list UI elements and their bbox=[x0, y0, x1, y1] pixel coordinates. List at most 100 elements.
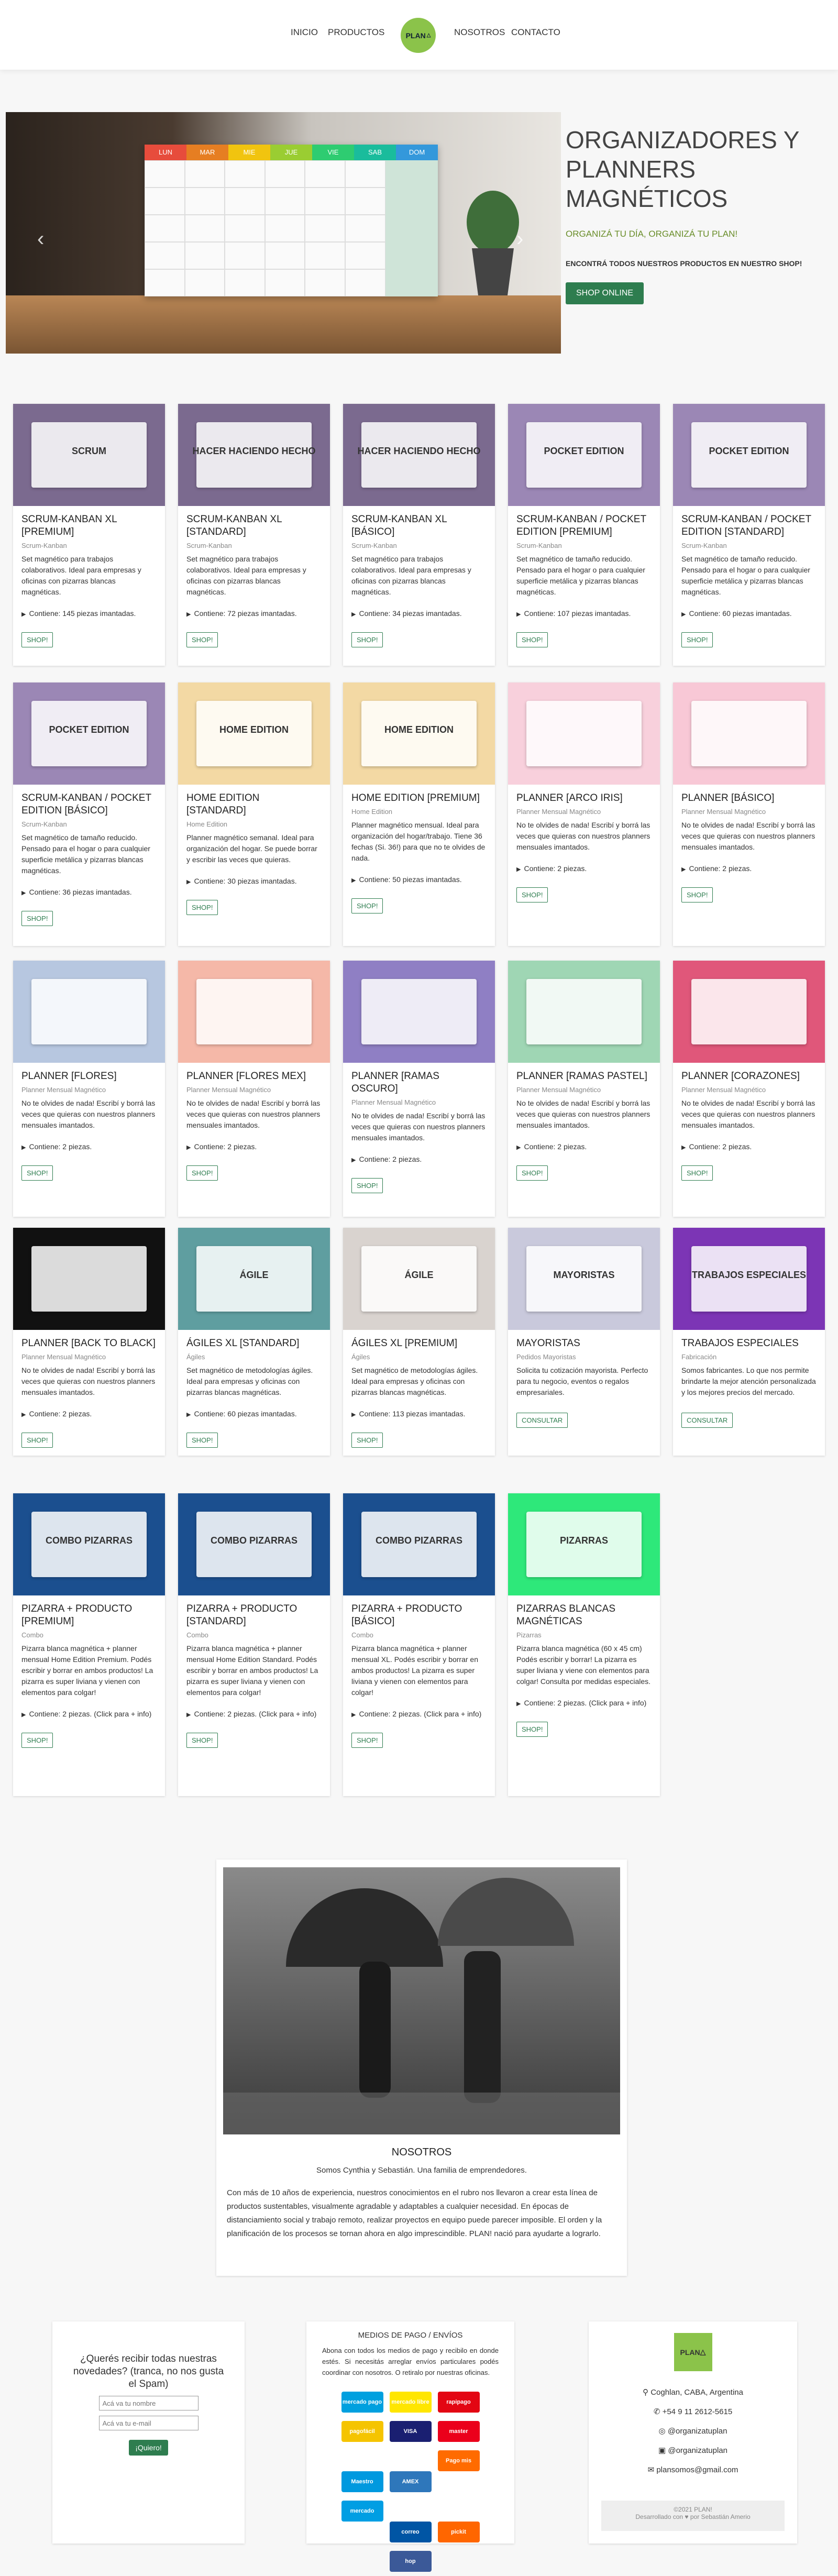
product-action-button[interactable]: SHOP! bbox=[681, 887, 713, 902]
product-image[interactable] bbox=[508, 682, 660, 785]
email-input[interactable] bbox=[98, 2416, 199, 2430]
email-item[interactable]: ✉ plansomos@gmail.com bbox=[589, 2460, 797, 2480]
product-action-button[interactable]: SHOP! bbox=[516, 1722, 548, 1737]
product-action-button[interactable]: SHOP! bbox=[516, 1165, 548, 1181]
product-image[interactable] bbox=[508, 961, 660, 1063]
product-image[interactable]: COMBO PIZARRAS bbox=[13, 1493, 165, 1595]
product-card: PLANNER [BACK TO BLACK] Planner Mensual M… bbox=[13, 1228, 165, 1456]
product-image[interactable]: MAYORISTAS bbox=[508, 1228, 660, 1330]
facebook-item[interactable]: ▣ @organizatuplan bbox=[589, 2441, 797, 2460]
product-image[interactable]: PIZARRAS bbox=[508, 1493, 660, 1595]
product-contents: Contiene: 60 piezas imantadas. bbox=[186, 1410, 322, 1418]
product-image[interactable] bbox=[13, 1228, 165, 1330]
nav-nosotros[interactable]: NOSOTROS bbox=[454, 27, 505, 38]
product-category: Fabricación bbox=[681, 1353, 717, 1361]
nav-inicio[interactable]: INICIO bbox=[291, 27, 318, 38]
carousel-next-icon[interactable]: › bbox=[516, 227, 523, 251]
subscribe-button[interactable]: ¡Quiero! bbox=[129, 2440, 168, 2456]
product-action-button[interactable]: SHOP! bbox=[186, 632, 218, 647]
credit-text: Desarrollado con ♥ por Sebastián Amerio bbox=[635, 2513, 751, 2520]
product-contents: Contiene: 72 piezas imantadas. bbox=[186, 609, 322, 618]
product-image[interactable]: COMBO PIZARRAS bbox=[343, 1493, 495, 1595]
product-category: Scrum-Kanban bbox=[186, 542, 232, 549]
product-image[interactable]: COMBO PIZARRAS bbox=[178, 1493, 330, 1595]
phone-text: +54 9 11 2612-5615 bbox=[662, 2407, 733, 2416]
product-category: Scrum-Kanban bbox=[681, 542, 727, 549]
product-action-button[interactable]: SHOP! bbox=[351, 1433, 383, 1448]
product-image[interactable]: SCRUM bbox=[13, 404, 165, 506]
product-action-button[interactable]: SHOP! bbox=[351, 1733, 383, 1748]
payment-logo: master bbox=[437, 2421, 480, 2442]
product-category: Planner Mensual Magnético bbox=[186, 1086, 271, 1094]
product-contents: Contiene: 2 piezas. bbox=[681, 864, 817, 873]
product-action-button[interactable]: SHOP! bbox=[21, 1165, 53, 1181]
product-image[interactable]: POCKET EDITION bbox=[673, 404, 825, 506]
product-description: No te olvides de nada! Escribí y borrá l… bbox=[516, 1099, 650, 1129]
instagram-item[interactable]: ◎ @organizatuplan bbox=[589, 2421, 797, 2441]
product-action-button[interactable]: SHOP! bbox=[186, 1165, 218, 1181]
product-image[interactable]: HOME EDITION bbox=[343, 682, 495, 785]
product-action-button[interactable]: SHOP! bbox=[351, 898, 383, 913]
product-category: Ágiles bbox=[351, 1353, 370, 1361]
product-category: Planner Mensual Magnético bbox=[681, 808, 766, 816]
product-image[interactable]: ÁGILE bbox=[343, 1228, 495, 1330]
product-description: Set magnético de tamaño reducido. Pensad… bbox=[681, 555, 810, 596]
nav-productos[interactable]: PRODUCTOS bbox=[328, 27, 384, 38]
product-image[interactable]: POCKET EDITION bbox=[13, 682, 165, 785]
product-image[interactable]: HOME EDITION bbox=[178, 682, 330, 785]
hero-day-label: DOM bbox=[396, 145, 438, 160]
product-image[interactable]: POCKET EDITION bbox=[508, 404, 660, 506]
product-action-button[interactable]: SHOP! bbox=[516, 887, 548, 902]
product-image[interactable] bbox=[343, 961, 495, 1063]
name-input[interactable] bbox=[98, 2396, 199, 2410]
product-image[interactable] bbox=[673, 682, 825, 785]
product-action-button[interactable]: SHOP! bbox=[516, 632, 548, 647]
nav-contacto[interactable]: CONTACTO bbox=[511, 27, 560, 38]
product-image[interactable] bbox=[673, 961, 825, 1063]
hero-calendar-cell bbox=[225, 160, 265, 188]
hero-calendar-cell bbox=[345, 215, 385, 242]
shop-online-button[interactable]: SHOP ONLINE bbox=[566, 282, 644, 304]
hero-subtitle: ORGANIZÁ TU DÍA, ORGANIZÁ TU PLAN! bbox=[566, 229, 738, 239]
product-title: SCRUM-KANBAN XL [BÁSICO] bbox=[351, 514, 447, 537]
hero-calendar-cell bbox=[145, 269, 185, 296]
product-card: MAYORISTAS MAYORISTAS Pedidos Mayoristas So… bbox=[508, 1228, 660, 1456]
phone-item[interactable]: ✆ +54 9 11 2612-5615 bbox=[589, 2402, 797, 2421]
product-action-button[interactable]: SHOP! bbox=[21, 1733, 53, 1748]
product-card: PLANNER [RAMAS OSCURO] Planner Mensual Ma… bbox=[343, 961, 495, 1217]
product-image[interactable]: HACER HACIENDO HECHO bbox=[178, 404, 330, 506]
plan-logo[interactable]: PLAN △ bbox=[401, 18, 436, 53]
product-image[interactable] bbox=[13, 961, 165, 1063]
product-action-button[interactable]: SHOP! bbox=[681, 632, 713, 647]
product-description: Pizarra blanca magnética + planner mensu… bbox=[351, 1644, 478, 1697]
product-action-button[interactable]: SHOP! bbox=[21, 1433, 53, 1448]
product-image[interactable]: TRABAJOS ESPECIALES bbox=[673, 1228, 825, 1330]
product-contents: Contiene: 107 piezas imantadas. bbox=[516, 609, 652, 618]
product-card: COMBO PIZARRAS PIZARRA + PRODUCTO [STANDA… bbox=[178, 1493, 330, 1796]
product-image-label: POCKET EDITION bbox=[49, 724, 129, 735]
product-action-button[interactable]: CONSULTAR bbox=[516, 1413, 568, 1428]
product-image[interactable] bbox=[178, 961, 330, 1063]
product-image[interactable]: ÁGILE bbox=[178, 1228, 330, 1330]
hero-planner: LUN MAR MIE JUE VIE SAB DOM bbox=[145, 145, 438, 296]
product-action-button[interactable]: SHOP! bbox=[351, 1178, 383, 1193]
product-description: Set magnético de metodologías ágiles. Id… bbox=[186, 1366, 313, 1396]
product-action-button[interactable]: SHOP! bbox=[21, 632, 53, 647]
product-card: COMBO PIZARRAS PIZARRA + PRODUCTO [BÁSICO… bbox=[343, 1493, 495, 1796]
product-category: Scrum-Kanban bbox=[21, 820, 67, 828]
product-action-button[interactable]: SHOP! bbox=[21, 911, 53, 926]
carousel-prev-icon[interactable]: ‹ bbox=[37, 227, 44, 251]
product-action-button[interactable]: SHOP! bbox=[351, 632, 383, 647]
product-card: POCKET EDITION SCRUM-KANBAN / POCKET EDIT… bbox=[673, 404, 825, 666]
hero-calendar-cell bbox=[184, 188, 225, 215]
product-action-button[interactable]: SHOP! bbox=[186, 1733, 218, 1748]
copyright-text: ©2021 PLAN! bbox=[674, 2506, 712, 2513]
hero-content: ORGANIZADORES Y PLANNERS MAGNÉTICOS ORGA… bbox=[566, 112, 822, 354]
payment-logo: pagofácil bbox=[341, 2421, 383, 2442]
product-image[interactable]: HACER HACIENDO HECHO bbox=[343, 404, 495, 506]
product-action-button[interactable]: SHOP! bbox=[681, 1165, 713, 1181]
product-action-button[interactable]: CONSULTAR bbox=[681, 1413, 733, 1428]
product-action-button[interactable]: SHOP! bbox=[186, 900, 218, 915]
product-action-button[interactable]: SHOP! bbox=[186, 1433, 218, 1448]
product-description: Set magnético de tamaño reducido. Pensad… bbox=[516, 555, 645, 596]
